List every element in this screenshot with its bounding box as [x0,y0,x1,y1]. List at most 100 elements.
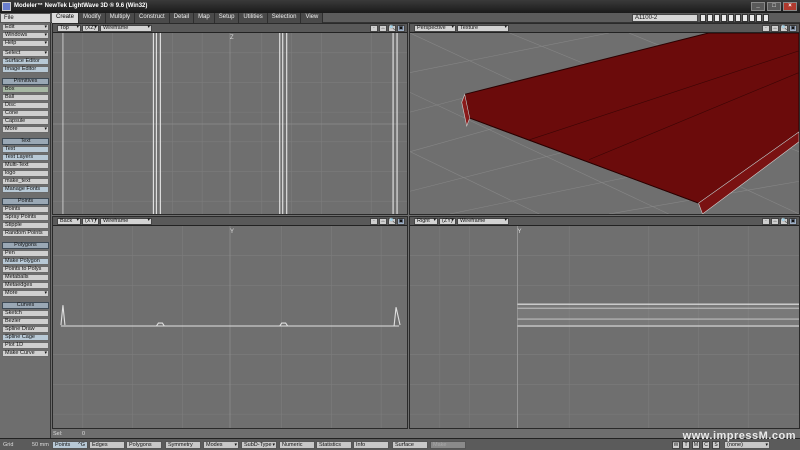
right-viewport-canvas[interactable]: Y [410,226,799,428]
top-viewport[interactable]: Top (XZ) Wireframe · ↔ 🔍 ▣ Z [52,23,408,215]
text-tool[interactable]: Text [2,146,49,153]
top-view-select[interactable]: Top [57,25,81,32]
surface-button[interactable]: Surface [392,441,428,449]
statistics-button[interactable]: Statistics [316,441,352,449]
stipple-tool[interactable]: Stipple [2,222,49,229]
back-viewport-canvas[interactable]: Y [53,226,407,428]
perspective-maximize-icon[interactable]: ▣ [789,25,797,32]
disc-tool[interactable]: Disc [2,102,49,109]
right-view-select[interactable]: Right [414,218,438,225]
sketch-tool[interactable]: Sketch [2,310,49,317]
top-rotate-icon[interactable]: ↔ [379,25,387,32]
back-move-icon[interactable]: · [370,218,378,225]
perspective-view-select[interactable]: Perspective [414,25,456,32]
layer-slot-button[interactable] [714,14,720,22]
vmap-w-button[interactable]: W [672,441,680,449]
vmap-select[interactable]: (none) [724,441,770,449]
back-rotate-icon[interactable]: ↔ [379,218,387,225]
tab-map[interactable]: Map [194,13,215,23]
perspective-viewport[interactable]: Perspective Texture · ↔ 🔍 ▣ [409,23,800,215]
select-button[interactable]: Select [2,50,49,57]
modes-menu[interactable]: Modes [203,441,239,449]
pen-tool[interactable]: Pen [2,250,49,257]
top-viewport-canvas[interactable]: Z [53,33,407,214]
top-axes-select[interactable]: (XZ) [82,25,99,32]
primitives-more-menu[interactable]: More [2,126,49,133]
layer-slot-button[interactable] [756,14,762,22]
multi-text-tool[interactable]: Multi-Text [2,162,49,169]
vmap-m-button[interactable]: M [692,441,700,449]
make-polygon-tool[interactable]: Make Polygon [2,258,49,265]
back-zoom-icon[interactable]: 🔍 [388,218,396,225]
bezier-tool[interactable]: Bezier [2,318,49,325]
tab-setup[interactable]: Setup [214,13,240,23]
perspective-render-mode-select[interactable]: Texture [457,25,509,32]
close-button[interactable]: × [783,2,797,11]
tab-multiply[interactable]: Multiply [105,13,136,23]
layer-slot-button[interactable] [742,14,748,22]
top-maximize-icon[interactable]: ▣ [397,25,405,32]
spline-cage-tool[interactable]: Spline Cage [2,334,49,341]
layer-slot-button[interactable] [721,14,727,22]
spray-points-tool[interactable]: Spray Points [2,214,49,221]
right-render-mode-select[interactable]: Wireframe [457,218,509,225]
symmetry-button[interactable]: Symmetry [165,441,201,449]
file-menu[interactable]: File [0,13,51,23]
info-button[interactable]: Info [353,441,389,449]
tab-construct[interactable]: Construct [135,13,170,23]
right-axes-select[interactable]: (ZY) [439,218,456,225]
random-points-tool[interactable]: Random Points [2,230,49,237]
right-maximize-icon[interactable]: ▣ [789,218,797,225]
box-tool[interactable]: Box [2,86,49,93]
manage-fonts-button[interactable]: Manage Fonts [2,186,49,193]
top-zoom-icon[interactable]: 🔍 [388,25,396,32]
perspective-viewport-canvas[interactable] [410,33,799,214]
back-axes-select[interactable]: (XY) [82,218,99,225]
logo-tool[interactable]: logo [2,170,49,177]
image-editor-button[interactable]: Image Editor [2,66,49,73]
plot-1d-tool[interactable]: Plot 1D [2,342,49,349]
subd-type-menu[interactable]: SubD-Type [241,441,277,449]
tab-utilities[interactable]: Utilities [239,13,268,23]
cone-tool[interactable]: Cone [2,110,49,117]
vmap-t-button[interactable]: T [682,441,690,449]
perspective-zoom-icon[interactable]: 🔍 [780,25,788,32]
surface-editor-button[interactable]: Surface Editor [2,58,49,65]
ball-tool[interactable]: Ball [2,94,49,101]
polygons-more-menu[interactable]: More [2,290,49,297]
edges-mode-button[interactable]: Edges [89,441,125,449]
right-zoom-icon[interactable]: 🔍 [780,218,788,225]
text-layers-tool[interactable]: Text Layers [2,154,49,161]
layer-slot-button[interactable] [707,14,713,22]
layer-slot-button[interactable] [728,14,734,22]
back-viewport[interactable]: Back (XY) Wireframe · ↔ 🔍 ▣ Y [52,216,408,429]
tab-selection[interactable]: Selection [267,13,302,23]
right-move-icon[interactable]: · [762,218,770,225]
minimize-button[interactable]: _ [751,2,765,11]
metaballs-tool[interactable]: Metaballs [2,274,49,281]
help-menu[interactable]: Help [2,40,49,47]
tab-create[interactable]: Create [52,13,80,23]
perspective-rotate-icon[interactable]: ↔ [771,25,779,32]
points-tool[interactable]: Points [2,206,49,213]
layer-slot-button[interactable] [700,14,706,22]
make-text-tool[interactable]: make_text [2,178,49,185]
capsule-tool[interactable]: Capsule [2,118,49,125]
tab-view[interactable]: View [301,13,324,23]
top-render-mode-select[interactable]: Wireframe [100,25,152,32]
edit-menu[interactable]: Edit [2,24,49,31]
numeric-button[interactable]: Numeric [279,441,315,449]
maximize-button[interactable]: □ [767,2,781,11]
layer-slot-button[interactable] [749,14,755,22]
layer-slot-button[interactable] [735,14,741,22]
top-move-icon[interactable]: · [370,25,378,32]
right-rotate-icon[interactable]: ↔ [771,218,779,225]
perspective-move-icon[interactable]: · [762,25,770,32]
back-view-select[interactable]: Back [57,218,81,225]
make-curve-menu[interactable]: Make Curve [2,350,49,357]
points-to-polys-tool[interactable]: Points to Polys [2,266,49,273]
right-viewport[interactable]: Right (ZY) Wireframe · ↔ 🔍 ▣ Y [409,216,800,429]
make-button[interactable]: Make [430,441,466,449]
points-mode-button[interactable]: Points ^G [52,441,88,449]
layer-select[interactable]: A1100-2 [632,14,698,22]
